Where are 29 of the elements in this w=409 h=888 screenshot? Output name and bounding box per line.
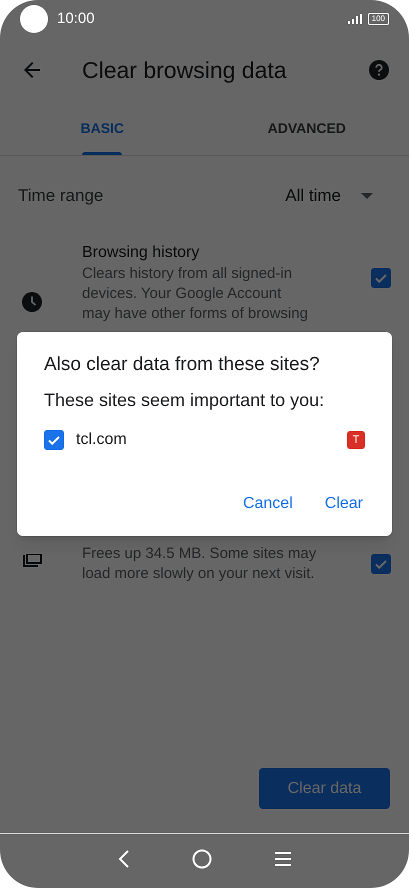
clock: 10:00 (57, 8, 95, 29)
tab[interactable]: ADVANCED (204, 102, 409, 155)
item-title: Browsing history (82, 243, 200, 263)
images-icon (22, 554, 42, 568)
dialog-message: These sites seem important to you: (44, 389, 326, 412)
time-range-label: Time range (18, 185, 104, 208)
tab[interactable]: BASIC (0, 102, 204, 155)
home-nav-icon[interactable] (192, 849, 212, 869)
dialog-button[interactable]: Cancel (242, 492, 293, 516)
signal-icon (348, 14, 362, 24)
clear-data-button[interactable]: Clear data (259, 768, 390, 809)
item-description: Frees up 34.5 MB. Some sites may load more slowly on your next visit. (82, 544, 318, 584)
camera-cutout (20, 5, 48, 33)
checkbox[interactable] (44, 430, 64, 450)
item-description: Clears history from all signed-in devices. Your Google Account may have other forms of browsing (82, 264, 309, 324)
clock-icon (22, 292, 42, 312)
page-title: Clear browsing data (82, 56, 288, 85)
dialog-title: Also clear data from these sites? (44, 353, 321, 377)
site-label: tcl.com (76, 430, 128, 450)
battery-icon: 100 (368, 13, 389, 25)
checkbox[interactable] (371, 268, 391, 288)
back-nav-icon[interactable] (118, 850, 130, 868)
site-favicon: T (347, 431, 365, 449)
time-range-dropdown[interactable]: All time (285, 183, 373, 209)
help-icon[interactable] (369, 60, 389, 80)
menu-icon[interactable] (274, 852, 292, 866)
dialog-button[interactable]: Clear (324, 492, 363, 516)
caret-icon (361, 193, 373, 199)
checkbox[interactable] (371, 554, 391, 574)
